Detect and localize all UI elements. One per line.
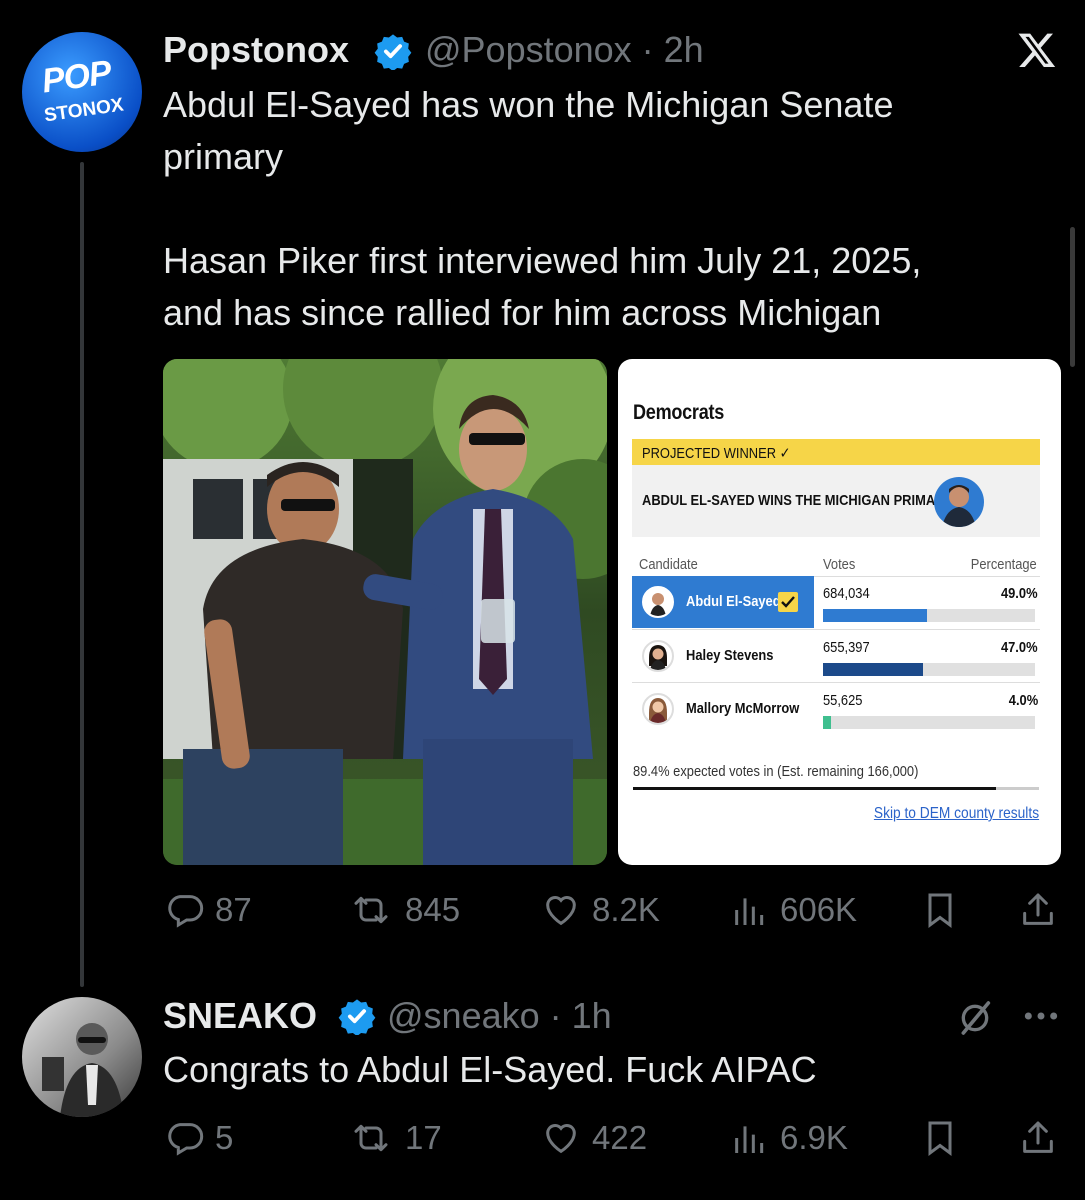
reply-icon — [168, 1123, 204, 1156]
share-icon[interactable] — [1018, 890, 1058, 930]
candidate-cell: Mallory McMorrow — [632, 683, 814, 735]
projected-winner-banner: PROJECTED WINNER ✓ — [632, 439, 1040, 465]
candidate-percentage: 47.0% — [1001, 639, 1038, 656]
views-chart-icon — [735, 898, 764, 925]
popstonox-avatar[interactable]: POP STONOX — [22, 32, 142, 152]
winner-headline: ABDUL EL-SAYED WINS THE MICHIGAN PRIMARY — [642, 492, 953, 509]
winner-headline-box: ABDUL EL-SAYED WINS THE MICHIGAN PRIMARY — [632, 465, 1040, 537]
bookmark-icon[interactable] — [920, 1118, 960, 1158]
election-results-card[interactable]: Democrats PROJECTED WINNER ✓ ABDUL EL-SA… — [618, 359, 1061, 865]
candidate-cell-selected: Abdul El-Sayed — [632, 576, 814, 628]
sneako-avatar[interactable] — [22, 997, 142, 1117]
x-logo-icon[interactable] — [1016, 30, 1058, 70]
like-count: 422 — [592, 1119, 648, 1156]
views-button[interactable]: 606K — [730, 890, 857, 930]
vote-bar-track — [823, 609, 1035, 622]
reply-count: 87 — [215, 891, 252, 928]
repost-icon — [354, 896, 388, 924]
column-header-candidate: Candidate — [639, 556, 698, 573]
author-name[interactable]: Popstonox — [163, 29, 349, 71]
heart-icon — [546, 896, 576, 926]
author-handle-time[interactable]: @sneako · 1h — [387, 995, 612, 1037]
bookmark-icon[interactable] — [920, 890, 960, 930]
reply-icon — [168, 895, 204, 928]
vote-bar-fill — [823, 609, 927, 622]
like-button[interactable]: 422 — [540, 1118, 647, 1158]
tweet-photo[interactable] — [163, 359, 607, 865]
tweet-text: Abdul El-Sayed has won the Michigan Sena… — [163, 84, 922, 333]
candidate-name: Haley Stevens — [686, 647, 774, 664]
expected-votes-progress-fill — [633, 787, 996, 790]
verified-badge-icon — [374, 34, 412, 70]
like-count: 8.2K — [592, 891, 660, 928]
repost-button[interactable]: 17 — [347, 1118, 442, 1158]
like-button[interactable]: 8.2K — [540, 890, 660, 930]
candidate-name: Mallory McMorrow — [686, 700, 800, 717]
vote-bar-fill — [823, 716, 832, 729]
candidate-percentage: 4.0% — [1008, 692, 1038, 709]
verified-badge-icon — [338, 999, 376, 1035]
column-header-percentage: Percentage — [971, 556, 1037, 573]
candidate-photo — [642, 640, 674, 672]
candidate-photo — [642, 586, 674, 618]
candidate-row: Abdul El-Sayed 684,034 49.0% — [632, 576, 1040, 628]
photo-two-men-illustration — [163, 359, 607, 865]
heart-icon — [546, 1124, 576, 1154]
views-button[interactable]: 6.9K — [730, 1118, 848, 1158]
card-title: Democrats — [633, 401, 725, 424]
view-count: 6.9K — [780, 1119, 848, 1156]
skip-to-county-results-link[interactable]: Skip to DEM county results — [874, 805, 1039, 823]
tweet-text: Congrats to Abdul El-Sayed. Fuck AIPAC — [163, 1049, 817, 1090]
grok-icon[interactable] — [955, 998, 995, 1038]
projected-winner-label: PROJECTED WINNER ✓ — [642, 445, 791, 462]
avatar-bw-portrait — [42, 1023, 124, 1117]
vote-bar-track — [823, 716, 1035, 729]
repost-icon — [354, 1124, 388, 1152]
avatar-logo-top: POP — [39, 53, 114, 101]
share-icon[interactable] — [1018, 1118, 1058, 1158]
winner-check-icon — [778, 592, 798, 612]
candidate-votes: 684,034 — [823, 585, 870, 602]
repost-count: 17 — [405, 1119, 442, 1156]
author-handle-time[interactable]: @Popstonox · 2h — [425, 29, 704, 71]
candidate-row: Mallory McMorrow 55,625 4.0% — [632, 683, 1040, 735]
candidate-photo — [642, 693, 674, 725]
candidate-votes: 655,397 — [823, 639, 870, 656]
more-options-icon[interactable] — [1022, 1008, 1060, 1024]
author-name[interactable]: SNEAKO — [163, 995, 317, 1037]
repost-count: 845 — [405, 891, 461, 928]
candidate-votes: 55,625 — [823, 692, 863, 709]
column-header-votes: Votes — [823, 556, 856, 573]
winner-avatar — [934, 477, 984, 527]
candidate-name: Abdul El-Sayed — [686, 593, 781, 610]
thread-connector-line — [80, 162, 84, 987]
candidate-cell: Haley Stevens — [632, 630, 814, 682]
view-count: 606K — [780, 891, 858, 928]
repost-button[interactable]: 845 — [347, 890, 460, 930]
views-chart-icon — [735, 1126, 764, 1153]
reply-button[interactable]: 5 — [165, 1118, 233, 1158]
expected-votes-text: 89.4% expected votes in (Est. remaining … — [633, 763, 919, 780]
reply-button[interactable]: 87 — [165, 890, 252, 930]
vote-bar-fill — [823, 663, 923, 676]
reply-count: 5 — [215, 1119, 234, 1156]
candidate-row: Haley Stevens 655,397 47.0% — [632, 630, 1040, 682]
vote-bar-track — [823, 663, 1035, 676]
candidate-percentage: 49.0% — [1001, 585, 1038, 602]
expected-votes-progress — [633, 787, 1039, 790]
scrollbar-thumb[interactable] — [1070, 227, 1075, 367]
